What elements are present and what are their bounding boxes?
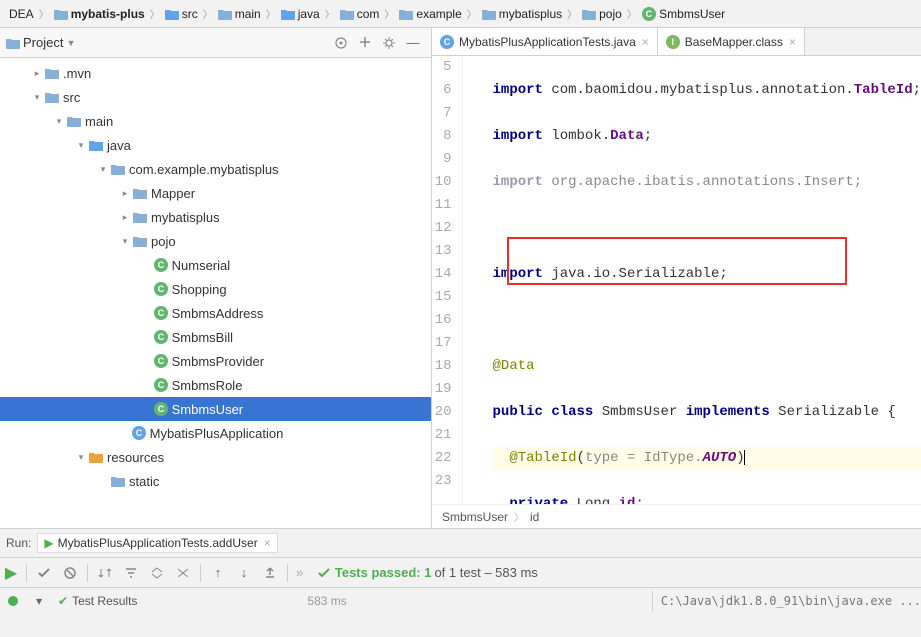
bc-java[interactable]: java xyxy=(278,7,323,21)
tree-class-smbmsbill[interactable]: C SmbmsBill xyxy=(0,325,431,349)
breadcrumb-bar: DEA〉 mybatis-plus〉 src〉 main〉 java〉 com〉… xyxy=(0,0,921,28)
tree-src[interactable]: ▾src xyxy=(0,85,431,109)
tree-class-smbmsrole[interactable]: C SmbmsRole xyxy=(0,373,431,397)
class-icon: C xyxy=(154,258,168,272)
run-label: Run: xyxy=(6,536,31,550)
bc-com[interactable]: com xyxy=(337,7,383,21)
test-results-row: ▾ ✔Test Results583 ms C:\Java\jdk1.8.0_9… xyxy=(0,588,921,614)
check-icon: ✔ xyxy=(58,594,68,608)
sort-icon[interactable] xyxy=(92,560,118,586)
close-icon[interactable]: × xyxy=(642,35,649,49)
tree-pojo[interactable]: ▾pojo xyxy=(0,229,431,253)
class-icon: C xyxy=(440,35,454,49)
bc-main[interactable]: main xyxy=(215,7,264,21)
tree-class-shopping[interactable]: C Shopping xyxy=(0,277,431,301)
tree-class-smbmsuser[interactable]: C SmbmsUser xyxy=(0,397,431,421)
tree-resources[interactable]: ▾resources xyxy=(0,445,431,469)
expand-all-icon[interactable] xyxy=(354,32,376,54)
project-tree[interactable]: ▸.mvn ▾src ▾main ▾java ▾com.example.myba… xyxy=(0,58,431,528)
close-icon[interactable]: × xyxy=(789,35,796,49)
rerun-button[interactable]: ▶ xyxy=(0,560,22,586)
test-toolbar: ▶ ↑ ↓ » Tests passed: 1 of 1 test – 583 … xyxy=(0,558,921,588)
code-editor[interactable]: 567891011121314151617181920212223 import… xyxy=(432,56,921,504)
locate-icon[interactable] xyxy=(330,32,352,54)
expand-tree-icon[interactable]: ▾ xyxy=(26,588,52,614)
bc-mybatisplus[interactable]: mybatisplus xyxy=(479,7,565,21)
tree-class-numserial[interactable]: C Numserial xyxy=(0,253,431,277)
minimize-icon[interactable]: — xyxy=(402,32,424,54)
play-icon: ▶ xyxy=(44,536,53,550)
resources-icon xyxy=(88,451,104,463)
tree-java[interactable]: ▾java xyxy=(0,133,431,157)
debug-icon[interactable] xyxy=(0,588,26,614)
collapse-icon[interactable] xyxy=(170,560,196,586)
tree-mybatisplus[interactable]: ▸mybatisplus xyxy=(0,205,431,229)
gear-icon[interactable] xyxy=(378,32,400,54)
console-output: C:\Java\jdk1.8.0_91\bin\java.exe ... xyxy=(661,594,921,608)
bc-root[interactable]: DEA xyxy=(6,7,37,21)
bc-pojo[interactable]: pojo xyxy=(579,7,625,21)
tests-passed: Tests passed: 1 of 1 test – 583 ms xyxy=(317,565,538,580)
project-pane: Project ▼ — ▸.mvn ▾src ▾main ▾java ▾com.… xyxy=(0,28,432,528)
test-results-label[interactable]: ✔Test Results583 ms xyxy=(58,594,644,608)
tree-class-smbmsaddress[interactable]: C SmbmsAddress xyxy=(0,301,431,325)
project-header: Project ▼ — xyxy=(0,28,431,58)
filter-icon[interactable] xyxy=(118,560,144,586)
bc-class[interactable]: SmbmsUser xyxy=(442,510,508,524)
run-config-tab[interactable]: ▶ MybatisPlusApplicationTests.addUser × xyxy=(37,533,277,553)
bc-member[interactable]: id xyxy=(530,510,539,524)
interface-icon: I xyxy=(666,35,680,49)
code-area[interactable]: import com.baomidou.mybatisplus.annotati… xyxy=(463,56,921,504)
tab-basemapper[interactable]: IBaseMapper.class× xyxy=(658,28,805,55)
run-toolwindow-header: Run: ▶ MybatisPlusApplicationTests.addUs… xyxy=(0,528,921,558)
close-icon[interactable]: × xyxy=(264,536,271,550)
tree-mapper[interactable]: ▸Mapper xyxy=(0,181,431,205)
chevron-down-icon: ▾ xyxy=(30,92,44,103)
project-title[interactable]: Project xyxy=(23,35,63,50)
tree-pkg[interactable]: ▾com.example.mybatisplus xyxy=(0,157,431,181)
chevron-right-icon: 〉 xyxy=(514,509,524,524)
bc-class[interactable]: C SmbmsUser xyxy=(639,7,728,21)
chevron-down-icon[interactable]: ▼ xyxy=(66,38,75,48)
editor-tabs: CMybatisPlusApplicationTests.java× IBase… xyxy=(432,28,921,56)
prev-icon[interactable]: ↑ xyxy=(205,560,231,586)
expand-icon[interactable] xyxy=(144,560,170,586)
class-icon: C xyxy=(642,7,656,21)
tree-static[interactable]: static xyxy=(0,469,431,493)
editor-breadcrumb: SmbmsUser 〉 id xyxy=(432,504,921,528)
bc-src[interactable]: src xyxy=(162,7,201,21)
tree-class-smbmsprovider[interactable]: C SmbmsProvider xyxy=(0,349,431,373)
project-icon xyxy=(6,36,20,50)
bc-example[interactable]: example xyxy=(396,7,464,21)
export-icon[interactable] xyxy=(257,560,283,586)
bc-project[interactable]: mybatis-plus xyxy=(51,7,148,21)
show-ignored-icon[interactable] xyxy=(57,560,83,586)
show-passed-icon[interactable] xyxy=(31,560,57,586)
tab-tests[interactable]: CMybatisPlusApplicationTests.java× xyxy=(432,28,658,55)
next-icon[interactable]: ↓ xyxy=(231,560,257,586)
chevron-right-icon: ▸ xyxy=(30,68,44,79)
tree-app[interactable]: C MybatisPlusApplication xyxy=(0,421,431,445)
tree-mvn[interactable]: ▸.mvn xyxy=(0,61,431,85)
tree-main[interactable]: ▾main xyxy=(0,109,431,133)
editor-pane: CMybatisPlusApplicationTests.java× IBase… xyxy=(432,28,921,528)
line-gutter: 567891011121314151617181920212223 xyxy=(432,56,463,504)
spring-class-icon: C xyxy=(132,426,146,440)
chevron-right-icon: 〉 xyxy=(39,6,49,21)
